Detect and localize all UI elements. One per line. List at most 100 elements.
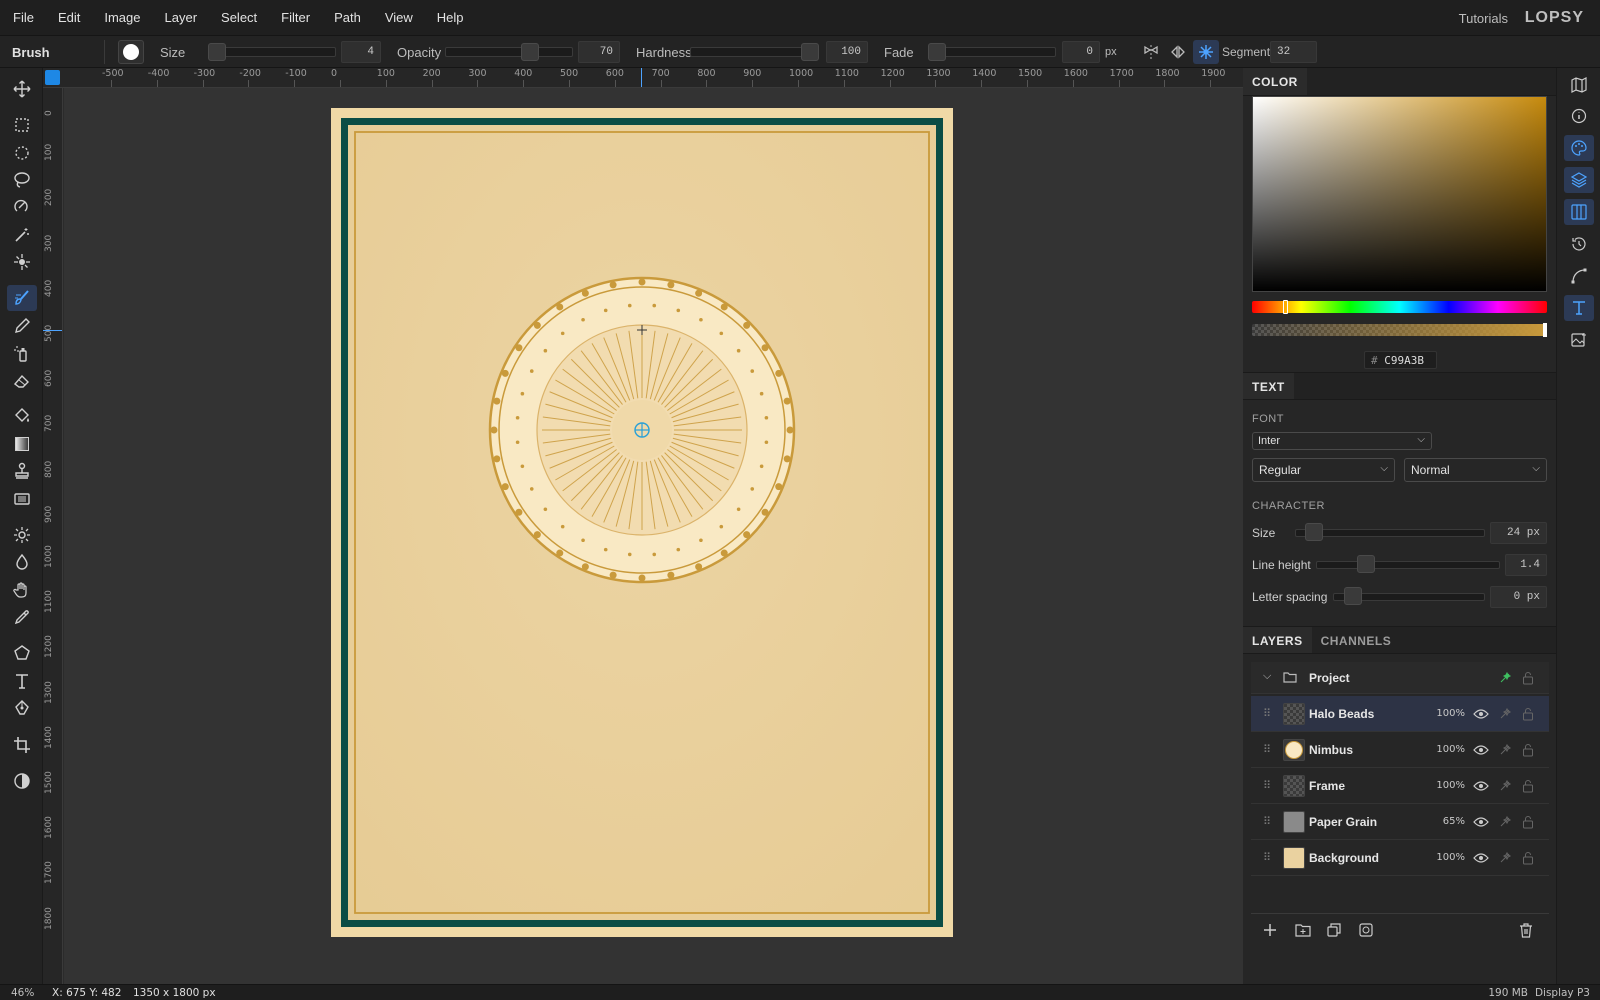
pen-tool-icon[interactable] [7, 695, 37, 721]
segments-input[interactable]: 32 [1270, 41, 1317, 63]
text-size-input[interactable]: 24 px [1490, 522, 1547, 544]
hue-slider-thumb[interactable] [1283, 300, 1288, 314]
canvas-viewport[interactable] [64, 88, 1243, 984]
fade-slider[interactable] [928, 47, 1056, 57]
line-height-input[interactable]: 1.4 [1505, 554, 1547, 576]
text-size-slider[interactable] [1295, 529, 1485, 537]
dodge-icon[interactable] [7, 522, 37, 548]
fade-input[interactable]: 0 [1062, 41, 1100, 63]
stamp-icon[interactable] [7, 458, 37, 484]
tab-channels[interactable]: CHANNELS [1312, 627, 1401, 653]
drag-handle-icon[interactable]: ⠿ [1263, 707, 1271, 720]
tutorials-link[interactable]: Tutorials [1459, 11, 1508, 26]
duplicate-layer-icon[interactable] [1327, 923, 1341, 940]
tab-layers[interactable]: LAYERS [1243, 627, 1312, 653]
chevron-down-icon[interactable]: ⌵ [1263, 670, 1271, 683]
eyedropper-icon[interactable] [7, 604, 37, 630]
document-canvas[interactable] [64, 88, 1243, 984]
layer-opacity[interactable]: 100% [1433, 852, 1465, 863]
layer-name[interactable]: Background [1309, 851, 1379, 865]
line-height-slider[interactable] [1316, 561, 1500, 569]
layer-opacity[interactable]: 100% [1433, 744, 1465, 755]
crop-icon[interactable] [7, 732, 37, 758]
hand-icon[interactable] [7, 577, 37, 603]
magic-wand-icon[interactable] [7, 222, 37, 248]
ruler-corner-swatch[interactable] [45, 70, 60, 85]
font-weight-select[interactable]: Regular ⌵ [1252, 458, 1395, 482]
smudge-drop-icon[interactable] [7, 549, 37, 575]
menu-edit[interactable]: Edit [46, 10, 92, 25]
alpha-slider[interactable] [1252, 323, 1547, 337]
image-adjust-icon[interactable] [1564, 327, 1594, 353]
layer-name[interactable]: Paper Grain [1309, 815, 1377, 829]
eye-icon[interactable] [1473, 816, 1489, 828]
menu-select[interactable]: Select [209, 10, 269, 25]
opacity-slider-thumb[interactable] [521, 43, 539, 61]
symmetry-vertical-icon[interactable] [1165, 40, 1191, 64]
effects-icon[interactable] [1498, 743, 1512, 757]
quick-select-icon[interactable] [7, 249, 37, 275]
paint-bucket-icon[interactable] [7, 403, 37, 429]
eye-icon[interactable] [1473, 708, 1489, 720]
paths-icon[interactable] [1564, 263, 1594, 289]
fade-slider-thumb[interactable] [928, 43, 946, 61]
lock-icon[interactable] [1522, 815, 1534, 829]
effects-icon[interactable] [1498, 671, 1512, 685]
history-icon[interactable] [1564, 231, 1594, 257]
drag-handle-icon[interactable]: ⠿ [1263, 743, 1271, 756]
effects-icon[interactable] [1498, 815, 1512, 829]
radial-symmetry-icon[interactable] [1193, 40, 1219, 64]
hardness-input[interactable]: 100 [826, 41, 868, 63]
mask-icon[interactable] [1359, 923, 1373, 940]
spray-icon[interactable] [7, 340, 37, 366]
size-slider[interactable] [208, 47, 336, 57]
drag-handle-icon[interactable]: ⠿ [1263, 815, 1271, 828]
layer-name[interactable]: Frame [1309, 779, 1345, 793]
hardness-slider-thumb[interactable] [801, 43, 819, 61]
gradient-icon[interactable] [7, 431, 37, 457]
layer-group-project[interactable]: ⌵ Project [1251, 662, 1549, 694]
layer-row[interactable]: ⠿ Nimbus 100% [1251, 732, 1549, 768]
menu-image[interactable]: Image [92, 10, 152, 25]
menu-path[interactable]: Path [322, 10, 373, 25]
menu-help[interactable]: Help [425, 10, 476, 25]
ellipse-select-icon[interactable] [7, 140, 37, 166]
layer-name[interactable]: Nimbus [1309, 743, 1353, 757]
contrast-icon[interactable] [7, 768, 37, 794]
brush-preview[interactable] [118, 40, 144, 64]
magnetic-lasso-icon[interactable] [7, 194, 37, 220]
menu-layer[interactable]: Layer [153, 10, 210, 25]
lock-icon[interactable] [1522, 671, 1534, 685]
font-family-select[interactable]: Inter ⌵ [1252, 432, 1432, 450]
zoom-level[interactable]: 46% [11, 987, 34, 999]
lock-icon[interactable] [1522, 779, 1534, 793]
menu-view[interactable]: View [373, 10, 425, 25]
hex-input[interactable]: # C99A3B [1364, 351, 1437, 369]
eye-icon[interactable] [1473, 744, 1489, 756]
channels-icon[interactable] [1564, 199, 1594, 225]
letter-spacing-slider-thumb[interactable] [1344, 587, 1362, 605]
text-size-slider-thumb[interactable] [1305, 523, 1323, 541]
layer-row[interactable]: ⠿ Paper Grain 65% [1251, 804, 1549, 840]
line-height-slider-thumb[interactable] [1357, 555, 1375, 573]
text-panel-icon[interactable] [1564, 295, 1594, 321]
effects-icon[interactable] [1498, 851, 1512, 865]
color-saturation-field[interactable] [1252, 96, 1547, 292]
symmetry-horizontal-icon[interactable] [1138, 40, 1164, 64]
layer-opacity[interactable]: 100% [1433, 780, 1465, 791]
layer-opacity[interactable]: 65% [1433, 816, 1465, 827]
info-icon[interactable] [1564, 103, 1594, 129]
hardness-slider[interactable] [690, 47, 818, 57]
drag-handle-icon[interactable]: ⠿ [1263, 851, 1271, 864]
eye-icon[interactable] [1473, 852, 1489, 864]
trash-icon[interactable] [1519, 923, 1533, 941]
letter-spacing-input[interactable]: 0 px [1490, 586, 1547, 608]
add-layer-icon[interactable] [1263, 923, 1277, 940]
layer-name[interactable]: Halo Beads [1309, 707, 1374, 721]
effects-icon[interactable] [1498, 707, 1512, 721]
font-style-select[interactable]: Normal ⌵ [1404, 458, 1547, 482]
size-input[interactable]: 4 [341, 41, 381, 63]
layers-icon[interactable] [1564, 167, 1594, 193]
pattern-icon[interactable] [7, 486, 37, 512]
rect-select-icon[interactable] [7, 112, 37, 138]
